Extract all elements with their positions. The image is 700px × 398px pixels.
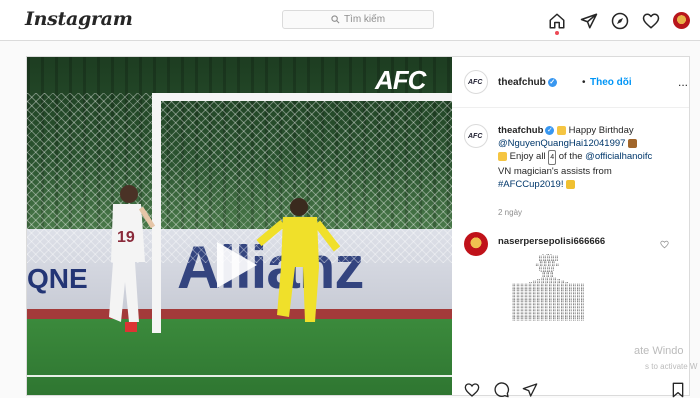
instagram-logo[interactable]: Instagram: [25, 8, 133, 30]
author-username[interactable]: theafchub ✓: [498, 77, 557, 88]
search-input[interactable]: Tìm kiếm: [282, 10, 434, 29]
author-avatar[interactable]: AFC: [464, 70, 488, 94]
follow-button[interactable]: Theo dõi: [590, 77, 632, 88]
post-actions: [464, 382, 689, 398]
afc-watermark: AFC: [375, 65, 426, 95]
post-video[interactable]: QNE Allianz 19 AFC: [27, 57, 452, 395]
post-caption: theafchub ✓ Happy Birthday @NguyenQuangHa…: [498, 124, 684, 191]
caption-greeting: Happy Birthday: [568, 125, 634, 136]
pitch-line: [27, 375, 452, 377]
post-sidebar: AFC theafchub ✓ • Theo dõi ... AFC theafc…: [452, 57, 697, 398]
search-icon: [331, 15, 340, 24]
windows-activation-overlay-sub: s to activate W: [645, 362, 698, 371]
home-icon[interactable]: [548, 12, 566, 30]
sparkle-emoji-icon: [566, 179, 576, 189]
more-options-icon[interactable]: ...: [678, 75, 688, 89]
share-icon[interactable]: [522, 382, 538, 398]
separator-dot: •: [582, 77, 586, 88]
pitch: [27, 319, 452, 395]
direct-icon[interactable]: [580, 12, 598, 30]
cake-emoji-icon: [628, 138, 638, 148]
hashtag-link[interactable]: #AFCCup2019!: [498, 179, 563, 190]
caption-author-avatar[interactable]: AFC: [464, 124, 488, 148]
heart-icon[interactable]: [642, 12, 660, 30]
commenter-username[interactable]: naserpersepolisi666666: [498, 236, 605, 247]
like-icon[interactable]: [464, 382, 480, 398]
explore-icon[interactable]: [611, 12, 629, 30]
verified-badge: ✓: [547, 77, 557, 87]
goalkeeper-figure: [256, 198, 341, 322]
caption-line2-pre: Enjoy all: [509, 151, 546, 162]
post-timestamp[interactable]: 2 ngày: [498, 208, 522, 217]
mention-link[interactable]: @NguyenQuangHai12041997: [498, 138, 625, 149]
play-button[interactable]: [217, 242, 257, 288]
windows-activation-overlay: ate Windo: [634, 345, 684, 357]
post-card: QNE Allianz 19 AFC AFC theafchub ✓ • The…: [26, 56, 697, 398]
smiley-emoji-icon: [557, 125, 567, 135]
player-figure: 19: [109, 185, 155, 332]
comment-like-icon[interactable]: [660, 240, 669, 249]
search-placeholder: Tìm kiếm: [343, 14, 386, 25]
home-active-dot: [555, 31, 559, 35]
commenter-avatar[interactable]: [464, 232, 488, 256]
caption-username[interactable]: theafchub: [498, 125, 543, 136]
club-mention-link[interactable]: @officialhanoifc: [585, 151, 652, 162]
goal-net: [27, 93, 452, 263]
caption-line2-mid: of the: [558, 151, 583, 162]
bookmark-icon[interactable]: [670, 382, 686, 398]
top-navigation-bar: Instagram Tìm kiếm: [0, 0, 700, 41]
profile-avatar[interactable]: [673, 12, 690, 29]
post-header: AFC theafchub ✓ • Theo dõi ...: [452, 57, 689, 108]
ad-banner-left-text: QNE: [27, 263, 88, 294]
verified-badge: ✓: [545, 125, 555, 135]
comment-icon[interactable]: [494, 382, 510, 398]
comment-ascii-art: ⡀⣀⡀ ⣿⣿⣿⣿⣿ ⣤⣿⣿⣿⣿⣤ ⢿⣿⣿⡿ ⣿⣿⣿ ⣀⣤⣶⣿⣿⣿⣿⣶⣤⣀ ⣿⣿⣿…: [511, 250, 585, 324]
face-emoji-icon: [498, 151, 507, 161]
count-keycap: 4: [548, 150, 557, 165]
player-number: 19: [117, 229, 135, 246]
caption-line3: VN magician's assists from: [498, 166, 612, 177]
